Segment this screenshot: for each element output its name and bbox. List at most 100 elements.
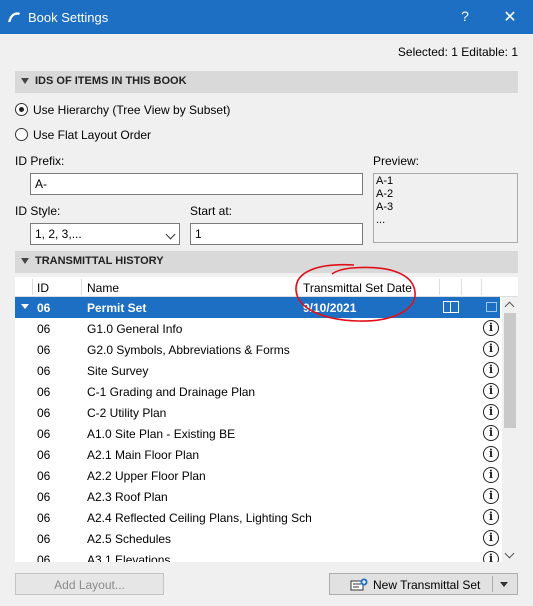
preview-label: Preview: [373, 154, 420, 168]
row-name: A2.4 Reflected Ceiling Plans, Lighting S… [87, 511, 312, 525]
info-icon[interactable]: i [483, 362, 499, 378]
column-separator [481, 279, 482, 295]
column-header-id[interactable]: ID [37, 281, 49, 295]
column-separator [297, 279, 298, 295]
start-at-label: Start at: [190, 204, 233, 218]
scrollbar-thumb[interactable] [504, 313, 516, 428]
transmittal-section-header[interactable]: TRANSMITTAL HISTORY [15, 251, 518, 273]
row-date: 9/10/2021 [303, 301, 357, 315]
row-id: 06 [37, 469, 51, 483]
row-id: 06 [37, 511, 51, 525]
info-icon[interactable]: i [483, 383, 499, 399]
radio-label: Use Flat Layout Order [33, 128, 152, 142]
id-style-label: ID Style: [15, 204, 61, 218]
radio-flat-layout-order[interactable]: Use Flat Layout Order [15, 127, 175, 143]
table-row[interactable]: 06 G2.0 Symbols, Abbreviations & Forms i [15, 339, 500, 360]
ids-section-header[interactable]: IDS OF ITEMS IN THIS BOOK [15, 71, 518, 93]
preview-box: A-1 A-2 A-3 ... [373, 173, 518, 243]
column-separator [81, 279, 82, 295]
column-header-date[interactable]: Transmittal Set Date [303, 281, 412, 295]
table-row[interactable]: 06 A2.4 Reflected Ceiling Plans, Lightin… [15, 507, 500, 528]
table-row[interactable]: 06 G1.0 General Info i [15, 318, 500, 339]
row-name: Site Survey [87, 364, 149, 378]
table-row[interactable]: 06 A2.2 Upper Floor Plan i [15, 465, 500, 486]
info-icon[interactable]: i [483, 530, 499, 546]
table-row[interactable]: 06 C-1 Grading and Drainage Plan i [15, 381, 500, 402]
row-name: C-2 Utility Plan [87, 406, 167, 420]
ids-section-title: IDS OF ITEMS IN THIS BOOK [35, 75, 187, 87]
row-name: A2.2 Upper Floor Plan [87, 469, 206, 483]
row-name: Permit Set [87, 301, 147, 315]
row-id: 06 [37, 364, 51, 378]
info-icon[interactable]: i [483, 320, 499, 336]
preview-line: ... [376, 214, 386, 226]
row-name: C-1 Grading and Drainage Plan [87, 385, 256, 399]
column-separator [461, 279, 462, 295]
row-id: 06 [37, 427, 51, 441]
info-icon[interactable]: i [483, 425, 499, 441]
table-scrollbar[interactable] [502, 297, 518, 562]
table-row[interactable]: 06 A2.1 Main Floor Plan i [15, 444, 500, 465]
id-prefix-label: ID Prefix: [15, 154, 65, 168]
table-row[interactable]: 06 A1.0 Site Plan - Existing BE i [15, 423, 500, 444]
table-row[interactable]: 06 Permit Set 9/10/2021 [15, 297, 500, 318]
table-body: 06 Permit Set 9/10/2021 06 G1.0 General … [15, 297, 500, 562]
book-columns-icon[interactable] [443, 301, 459, 313]
info-icon[interactable]: i [483, 551, 499, 562]
table-row[interactable]: 06 Site Survey i [15, 360, 500, 381]
id-style-select[interactable]: 1, 2, 3,... [30, 223, 180, 245]
info-icon[interactable]: i [483, 467, 499, 483]
row-id: 06 [37, 406, 51, 420]
row-name: A2.1 Main Floor Plan [87, 448, 200, 462]
new-transmittal-set-button[interactable]: New Transmittal Set [329, 573, 518, 595]
table-row[interactable]: 06 A2.5 Schedules i [15, 528, 500, 549]
info-icon[interactable]: i [483, 509, 499, 525]
radio-button-checked[interactable] [15, 103, 28, 116]
info-icon[interactable]: i [483, 341, 499, 357]
transmittal-section-title: TRANSMITTAL HISTORY [35, 255, 164, 267]
split-divider [492, 576, 493, 592]
table-row[interactable]: 06 A3.1 Elevations i [15, 549, 500, 562]
collapse-triangle-icon [21, 78, 29, 84]
column-separator [439, 279, 440, 295]
table-row[interactable]: 06 A2.3 Roof Plan i [15, 486, 500, 507]
row-id: 06 [37, 448, 51, 462]
preview-line: A-2 [376, 188, 394, 200]
id-prefix-input[interactable]: A- [30, 173, 363, 195]
layout-icon[interactable] [486, 302, 497, 312]
row-name: G1.0 General Info [87, 322, 183, 336]
row-name: G2.0 Symbols, Abbreviations & Forms [87, 343, 290, 357]
row-id: 06 [37, 322, 51, 336]
radio-use-hierarchy[interactable]: Use Hierarchy (Tree View by Subset) [15, 102, 235, 118]
info-icon[interactable]: i [483, 446, 499, 462]
column-header-name[interactable]: Name [87, 281, 119, 295]
id-style-value: 1, 2, 3,... [35, 227, 82, 241]
row-name: A1.0 Site Plan - Existing BE [87, 427, 236, 441]
add-layout-button[interactable]: Add Layout... [15, 573, 164, 595]
transmittal-table: ID Name Transmittal Set Date 06 Permit S… [15, 277, 518, 562]
row-name: A3.1 Elevations [87, 553, 171, 562]
selection-info: Selected: 1 Editable: 1 [397, 45, 518, 59]
expand-triangle-icon[interactable] [21, 304, 29, 309]
info-icon[interactable]: i [483, 488, 499, 504]
dropdown-arrow-icon[interactable] [500, 582, 508, 587]
collapse-triangle-icon [21, 258, 29, 264]
row-id: 06 [37, 553, 51, 562]
chevron-down-icon [165, 229, 176, 240]
new-transmittal-icon [350, 578, 368, 591]
help-button[interactable]: ? [455, 8, 475, 26]
table-row[interactable]: 06 C-2 Utility Plan i [15, 402, 500, 423]
preview-line: A-3 [376, 201, 394, 213]
archicad-logo-icon [8, 12, 20, 22]
start-at-input[interactable]: 1 [190, 223, 363, 245]
row-id: 06 [37, 490, 51, 504]
row-id: 06 [37, 301, 51, 315]
new-transmittal-label: New Transmittal Set [373, 578, 481, 592]
info-icon[interactable]: i [483, 404, 499, 420]
scroll-down-arrow-icon[interactable] [504, 548, 515, 559]
radio-button[interactable] [15, 128, 28, 141]
row-id: 06 [37, 385, 51, 399]
scroll-up-arrow-icon[interactable] [504, 301, 515, 312]
close-button[interactable]: ✕ [500, 7, 520, 27]
radio-label: Use Hierarchy (Tree View by Subset) [33, 103, 231, 117]
